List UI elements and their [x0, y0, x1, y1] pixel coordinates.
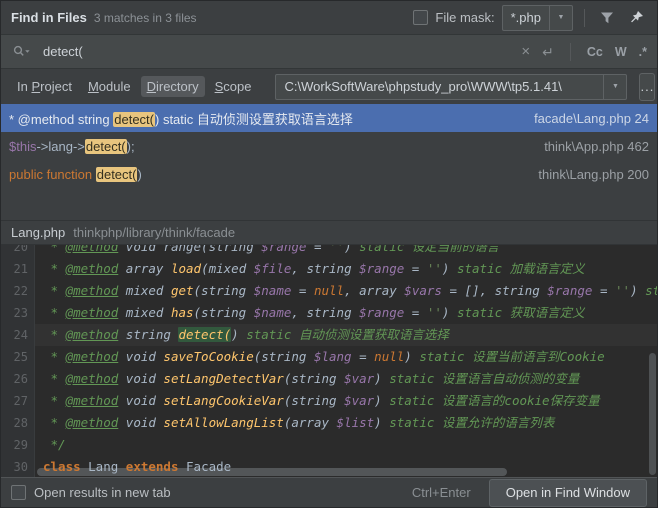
preview-file-path: thinkphp/library/think/facade [73, 225, 236, 240]
result-text: * @method string detect() static 自动侦测设置获… [9, 111, 353, 127]
scope-tab-scope[interactable]: Scope [209, 76, 258, 97]
code-line[interactable]: 30 class Lang extends Facade [1, 456, 657, 477]
divider [584, 8, 585, 27]
code-line[interactable]: 22 * @method mixed get(string $name = nu… [1, 280, 657, 302]
result-file-ref: facade\Lang.php 24 [534, 110, 649, 126]
code-line[interactable]: 25 * @method void saveToCookie(string $l… [1, 346, 657, 368]
code-line[interactable]: 23 * @method mixed has(string $name, str… [1, 302, 657, 324]
line-number: 28 [1, 412, 35, 434]
result-text: public function detect() [9, 166, 142, 182]
code-text: */ [43, 437, 66, 452]
result-row[interactable]: $this->lang->detect(); think\App.php 462 [1, 132, 657, 160]
search-history-icon[interactable] [11, 41, 33, 63]
file-mask-dropdown-arrow-icon[interactable]: ▼ [549, 5, 572, 30]
search-field-row[interactable]: detect( × ↵ Cc W .* [1, 34, 657, 69]
code-line[interactable]: 21 * @method array load(mixed $file, str… [1, 258, 657, 280]
directory-path-value[interactable]: C:\WorkSoftWare\phpstudy_pro\WWW\tp5.1.4… [276, 79, 603, 94]
code-text: * @method string detect() static 自动侦测设置获… [43, 327, 449, 342]
code-line[interactable]: 26 * @method void setLangDetectVar(strin… [1, 368, 657, 390]
code-lines: 20 * @method void range(string $range = … [1, 244, 657, 477]
code-text: * @method array load(mixed $file, string… [43, 261, 585, 276]
result-row[interactable]: * @method string detect() static 自动侦测设置获… [1, 104, 657, 132]
dialog-title: Find in Files [11, 10, 87, 25]
shortcut-hint: Ctrl+Enter [411, 485, 471, 500]
open-results-new-tab-checkbox[interactable] [11, 485, 26, 500]
result-file-ref: think\App.php 462 [544, 138, 649, 154]
results-list: * @method string detect() static 自动侦测设置获… [1, 104, 657, 220]
line-number: 25 [1, 346, 35, 368]
preview-file-name: Lang.php [11, 225, 66, 240]
regex-toggle[interactable]: .* [639, 45, 647, 59]
preview-header: Lang.php thinkphp/library/think/facade [1, 220, 657, 244]
directory-dropdown-arrow-icon[interactable]: ▼ [603, 74, 626, 99]
code-text: * @method void range(string $range = '')… [43, 244, 500, 254]
open-results-new-tab-label: Open results in new tab [34, 485, 171, 500]
code-line[interactable]: 28 * @method void setAllowLangList(array… [1, 412, 657, 434]
code-line[interactable]: 20 * @method void range(string $range = … [1, 244, 657, 258]
browse-directory-button[interactable]: ... [639, 72, 656, 101]
code-line[interactable]: 27 * @method void setLangCookieVar(strin… [1, 390, 657, 412]
result-file-ref: think\Lang.php 200 [538, 166, 649, 182]
code-line[interactable]: 24 * @method string detect() static 自动侦测… [1, 324, 657, 346]
line-number: 24 [1, 324, 35, 346]
find-in-files-dialog: Find in Files 3 matches in 3 files File … [0, 0, 658, 508]
code-preview-editor[interactable]: 20 * @method void range(string $range = … [1, 244, 657, 477]
code-text: * @method void setAllowLangList(array $l… [43, 415, 555, 430]
scope-tab-module[interactable]: Module [82, 76, 137, 97]
scope-tab-in-project[interactable]: In Project [11, 76, 78, 97]
line-number: 23 [1, 302, 35, 324]
code-text: * @method mixed has(string $name, string… [43, 305, 585, 320]
code-text: class Lang extends Facade [43, 459, 232, 474]
line-number: 27 [1, 390, 35, 412]
result-row[interactable]: public function detect() think\Lang.php … [1, 160, 657, 188]
result-text: $this->lang->detect(); [9, 138, 135, 154]
line-number: 29 [1, 434, 35, 456]
whole-words-toggle[interactable]: W [615, 45, 627, 59]
open-in-find-window-button[interactable]: Open in Find Window [488, 478, 647, 507]
file-mask-checkbox[interactable] [413, 10, 429, 25]
search-input[interactable]: detect( [43, 44, 83, 59]
dialog-footer: Open results in new tab Ctrl+Enter Open … [1, 477, 657, 507]
clear-search-icon[interactable]: × [521, 44, 530, 59]
file-mask-label: File mask: [435, 10, 495, 25]
line-number: 22 [1, 280, 35, 302]
line-number: 21 [1, 258, 35, 280]
code-line[interactable]: 29 */ [1, 434, 657, 456]
line-number: 20 [1, 245, 35, 258]
line-number: 30 [1, 456, 35, 477]
file-mask-combobox[interactable]: *.php ▼ [501, 4, 573, 31]
file-mask-value: *.php [510, 10, 541, 25]
code-text: * @method void setLangCookieVar(string $… [43, 393, 600, 408]
filter-icon[interactable] [596, 7, 618, 29]
new-line-icon[interactable]: ↵ [542, 45, 554, 59]
pin-icon[interactable] [625, 7, 647, 29]
line-number: 26 [1, 368, 35, 390]
vertical-scrollbar[interactable] [649, 353, 656, 475]
divider [569, 42, 571, 61]
code-text: * @method void saveToCookie(string $lang… [43, 349, 605, 364]
scope-toolbar: In Project Module Directory Scope C:\Wor… [1, 69, 657, 104]
directory-path-combobox[interactable]: C:\WorkSoftWare\phpstudy_pro\WWW\tp5.1.4… [275, 73, 628, 100]
dialog-header: Find in Files 3 matches in 3 files File … [1, 1, 657, 34]
scope-tab-directory[interactable]: Directory [140, 76, 205, 97]
code-text: * @method mixed get(string $name = null,… [43, 283, 657, 298]
code-text: * @method void setLangDetectVar(string $… [43, 371, 580, 386]
match-summary: 3 matches in 3 files [93, 10, 197, 25]
match-case-toggle[interactable]: Cc [587, 45, 603, 59]
